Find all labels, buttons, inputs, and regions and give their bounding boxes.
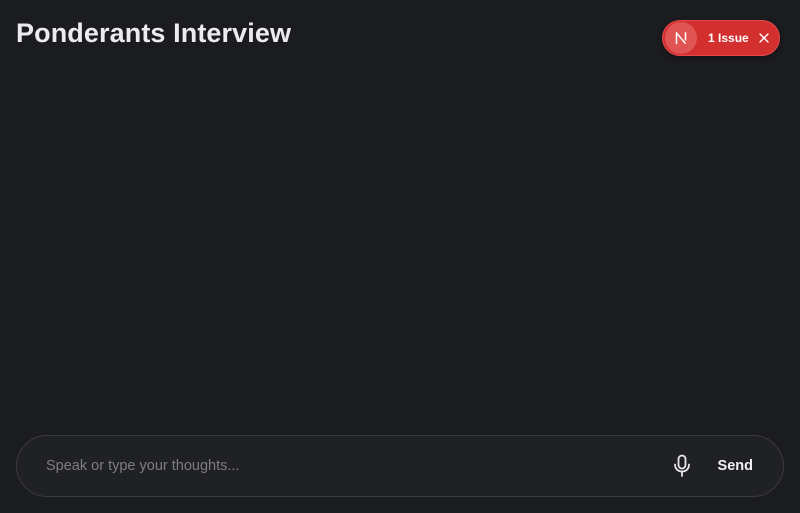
- close-icon[interactable]: [757, 31, 771, 45]
- issues-count-label[interactable]: 1 Issue: [708, 31, 749, 45]
- nextjs-logo-icon[interactable]: [665, 22, 697, 54]
- page-title: Ponderants Interview: [16, 18, 292, 48]
- dev-issues-badge[interactable]: 1 Issue: [662, 20, 780, 56]
- interview-page: Ponderants Interview 1 Issue Send: [0, 0, 800, 513]
- message-input[interactable]: [46, 446, 668, 486]
- n-logo-glyph: [675, 32, 687, 45]
- message-composer: Send: [16, 435, 784, 497]
- microphone-button[interactable]: [668, 452, 696, 480]
- microphone-icon: [673, 454, 690, 477]
- send-button[interactable]: Send: [718, 458, 753, 474]
